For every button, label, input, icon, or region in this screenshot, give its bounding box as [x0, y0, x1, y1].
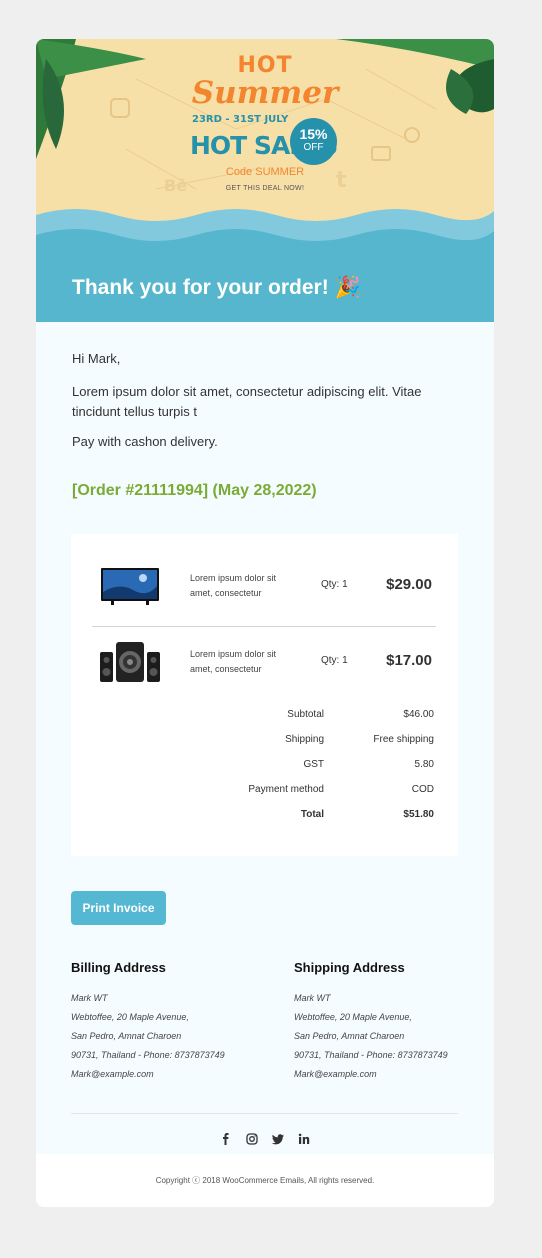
totals-row-total: Total $51.80 [71, 809, 458, 829]
twitter-icon[interactable] [271, 1132, 285, 1146]
billing-address-line: San Pedro, Amnat Charoen [71, 1031, 182, 1041]
totals-value: Free shipping [373, 734, 434, 745]
print-invoice-button[interactable]: Print Invoice [71, 891, 166, 925]
greeting: Hi Mark, [72, 351, 121, 366]
totals-row: Subtotal $46.00 [71, 709, 458, 729]
title-band: Thank you for your order! 🎉 [36, 238, 494, 322]
totals-row: Payment method COD [71, 784, 458, 804]
item-qty: Qty: 1 [321, 655, 348, 666]
promo-summer: Summer [191, 75, 339, 111]
totals-value: 5.80 [414, 759, 434, 770]
shipping-address-line: 90731, Thailand - Phone: 8737873749 [294, 1050, 448, 1060]
item-divider [92, 626, 436, 627]
billing-address-heading: Billing Address [71, 960, 166, 975]
shipping-address: Shipping Address Mark WT Webtoffee, 20 M… [294, 960, 494, 1084]
shipping-address-line: Mark WT [294, 993, 331, 1003]
promo-cta[interactable]: GET THIS DEAL NOW! [36, 185, 494, 192]
facebook-icon[interactable] [219, 1132, 233, 1146]
email-title: Thank you for your order! 🎉 [72, 276, 361, 300]
discount-off: OFF [303, 142, 324, 153]
email-footer: Copyright ⓒ 2018 WooCommerce Emails, All… [36, 1154, 494, 1207]
speaker-system-icon [100, 642, 160, 682]
discount-badge: 15% OFF [290, 118, 337, 165]
shipping-address-line: Webtoffee, 20 Maple Avenue, [294, 1012, 412, 1022]
list-item: Lorem ipsum dolor sit amet, consectetur … [71, 556, 458, 616]
order-items-panel: Lorem ipsum dolor sit amet, consectetur … [71, 534, 458, 856]
promo-dates: 23RD - 31ST JULY [192, 114, 289, 125]
email-title-text: Thank you for your order! [72, 276, 329, 299]
billing-address-line: Mark WT [71, 993, 108, 1003]
instagram-icon[interactable] [245, 1132, 259, 1146]
shipping-email[interactable]: Mark@example.com [294, 1065, 494, 1084]
email-card: Bē t HOT Summer 23RD - 31ST JULY HOT SAL… [36, 39, 494, 1207]
list-item: Lorem ipsum dolor sit amet, consectetur … [71, 632, 458, 692]
totals-label: Shipping [285, 734, 324, 745]
totals-row: Shipping Free shipping [71, 734, 458, 754]
tv-icon [101, 568, 159, 605]
totals-value: $51.80 [403, 809, 434, 820]
social-links [36, 1132, 494, 1146]
email-body: Hi Mark, Lorem ipsum dolor sit amet, con… [36, 322, 494, 1154]
payment-note: Pay with cashon delivery. [72, 434, 218, 449]
order-heading: [Order #21111994] (May 28,2022) [72, 482, 317, 499]
totals-label: Payment method [248, 784, 324, 795]
billing-address-line: 90731, Thailand - Phone: 8737873749 [71, 1050, 225, 1060]
promo-banner[interactable]: Bē t HOT Summer 23RD - 31ST JULY HOT SAL… [36, 39, 494, 322]
totals-row: GST 5.80 [71, 759, 458, 779]
item-qty: Qty: 1 [321, 579, 348, 590]
party-popper-icon: 🎉 [334, 276, 361, 299]
item-price: $17.00 [386, 652, 432, 669]
linkedin-icon[interactable] [297, 1132, 311, 1146]
footer-divider [71, 1113, 458, 1114]
totals-value: COD [411, 784, 434, 795]
item-description: Lorem ipsum dolor sit amet, consectetur [190, 649, 277, 674]
totals-label: Subtotal [287, 709, 324, 720]
totals-value: $46.00 [403, 709, 434, 720]
item-price: $29.00 [386, 576, 432, 593]
promo-code: Code SUMMER [225, 166, 305, 178]
billing-address: Billing Address Mark WT Webtoffee, 20 Ma… [71, 960, 271, 1084]
shipping-address-heading: Shipping Address [294, 960, 405, 975]
billing-address-line: Webtoffee, 20 Maple Avenue, [71, 1012, 189, 1022]
discount-percent: 15% [299, 126, 328, 142]
totals-label: GST [303, 759, 324, 770]
message-body: Lorem ipsum dolor sit amet, consectetur … [72, 384, 422, 419]
copyright-text: Copyright ⓒ 2018 WooCommerce Emails, All… [155, 1176, 375, 1185]
totals-label: Total [300, 809, 324, 820]
shipping-address-line: San Pedro, Amnat Charoen [294, 1031, 405, 1041]
billing-email[interactable]: Mark@example.com [71, 1065, 271, 1084]
item-description: Lorem ipsum dolor sit amet, consectetur [190, 573, 277, 598]
